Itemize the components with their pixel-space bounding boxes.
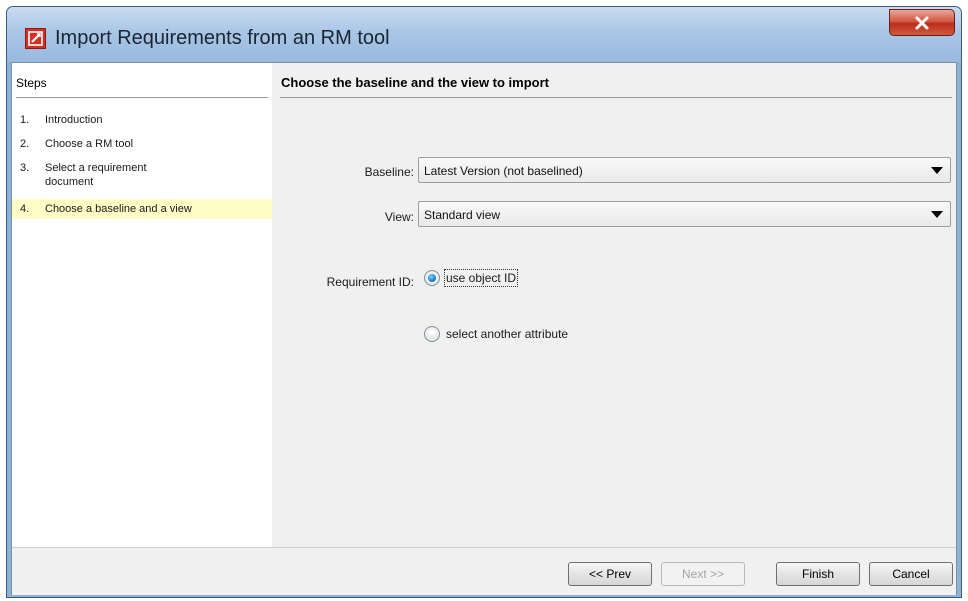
chevron-down-icon: [931, 211, 943, 218]
use-object-id-label[interactable]: use object ID: [443, 269, 519, 287]
step-number: 2.: [20, 138, 30, 150]
close-button[interactable]: [889, 9, 955, 36]
button-bar: << Prev Next >> Finish Cancel: [12, 547, 956, 595]
dialog-body: Steps 1. Introduction 2. Choose a RM too…: [11, 62, 957, 595]
window-title: Import Requirements from an RM tool: [55, 27, 390, 49]
view-select[interactable]: Standard view: [418, 201, 951, 227]
finish-button[interactable]: Finish: [776, 562, 860, 586]
cancel-button[interactable]: Cancel: [869, 562, 953, 586]
header-divider: [280, 97, 952, 98]
main-panel: Choose the baseline and the view to impo…: [272, 63, 956, 547]
chevron-down-icon: [931, 167, 943, 174]
step-label: Choose a RM tool: [45, 138, 134, 150]
view-value: Standard view: [424, 208, 501, 222]
step-label: Introduction: [45, 114, 103, 126]
prev-button[interactable]: << Prev: [568, 562, 652, 586]
steps-panel: Steps 1. Introduction 2. Choose a RM too…: [12, 63, 272, 547]
select-another-attribute-label[interactable]: select another attribute: [446, 327, 568, 341]
use-object-id-radio[interactable]: [424, 270, 440, 286]
step-number: 3.: [20, 162, 30, 174]
step-number: 1.: [20, 114, 30, 126]
baseline-value: Latest Version (not baselined): [424, 164, 583, 178]
requirement-id-label: Requirement ID:: [326, 275, 414, 289]
baseline-select[interactable]: Latest Version (not baselined): [418, 157, 951, 183]
close-icon: [915, 16, 929, 29]
step-label: Select a requirement document: [45, 162, 147, 188]
steps-header: Steps: [16, 76, 47, 90]
step-label: Choose a baseline and a view: [45, 203, 192, 215]
select-another-attribute-radio[interactable]: [424, 326, 440, 342]
steps-divider: [16, 97, 268, 98]
app-logo-icon: [25, 28, 46, 49]
next-button[interactable]: Next >>: [661, 562, 745, 586]
title-bar[interactable]: Import Requirements from an RM tool: [7, 7, 961, 62]
step-number: 4.: [20, 203, 30, 215]
import-requirements-dialog: Import Requirements from an RM tool Step…: [6, 6, 962, 598]
step-item-choose-baseline: 4. Choose a baseline and a view: [12, 199, 272, 219]
view-label: View:: [384, 210, 414, 224]
page-title: Choose the baseline and the view to impo…: [281, 75, 549, 90]
radio-selected-dot: [428, 274, 436, 282]
baseline-label: Baseline:: [364, 165, 414, 179]
